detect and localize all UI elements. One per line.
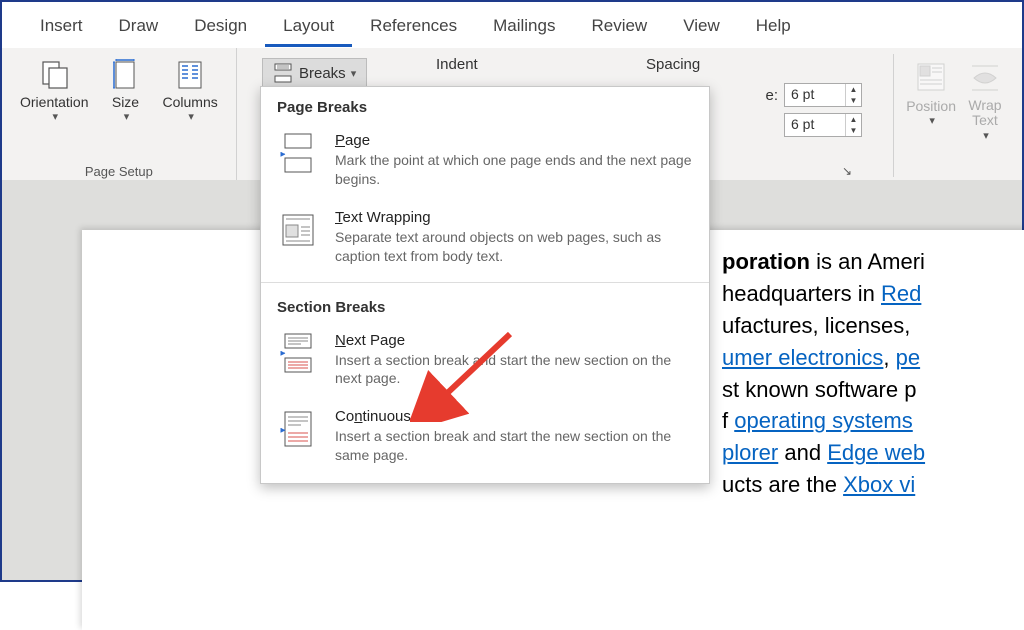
tab-mailings[interactable]: Mailings	[475, 8, 573, 47]
doc-line: umer electronics, pe	[722, 342, 1022, 374]
doc-line: ucts are the Xbox vi	[722, 469, 1022, 501]
next-page-break-icon	[277, 332, 319, 374]
tab-layout[interactable]: Layout	[265, 8, 352, 47]
columns-label: Columns	[162, 94, 217, 110]
spinner-up-icon[interactable]: ▲	[846, 84, 861, 95]
doc-line: st known software p	[722, 374, 1022, 406]
tab-insert[interactable]: Insert	[22, 8, 101, 47]
dropdown-item-continuous[interactable]: Continuous Insert a section break and st…	[261, 400, 709, 477]
breaks-dropdown: Page Breaks Page Mark the point at which…	[260, 86, 710, 484]
orientation-icon	[37, 58, 71, 92]
text-wrapping-icon	[277, 209, 319, 251]
dropdown-item-title: Next Page	[335, 332, 693, 349]
doc-link[interactable]: Red	[881, 281, 921, 306]
dropdown-item-desc: Mark the point at which one page ends an…	[335, 151, 693, 189]
doc-link[interactable]: Xbox vi	[843, 472, 915, 497]
wrap-text-label: Wrap Text	[968, 98, 1001, 129]
spinner-up-icon[interactable]: ▲	[846, 114, 861, 125]
tab-help[interactable]: Help	[738, 8, 809, 47]
chevron-down-icon: ▾	[124, 110, 130, 123]
chevron-down-icon: ▾	[52, 110, 58, 123]
doc-line: ufactures, licenses,	[722, 310, 1022, 342]
spacing-after-spinner[interactable]: 6 pt ▲ ▼	[784, 113, 862, 137]
dropdown-item-desc: Insert a section break and start the new…	[335, 427, 693, 465]
spacing-after-value[interactable]: 6 pt	[785, 114, 845, 136]
doc-link[interactable]: umer electronics	[722, 345, 883, 370]
wrap-text-button: Wrap Text ▾	[964, 58, 1006, 177]
size-label: Size	[112, 94, 139, 110]
position-icon	[914, 60, 948, 94]
ribbon-tabs: Insert Draw Design Layout References Mai…	[2, 2, 1022, 48]
breaks-label: Breaks	[299, 65, 346, 82]
breaks-button[interactable]: Breaks ▾	[262, 58, 367, 88]
doc-line: plorer and Edge web	[722, 437, 1022, 469]
spacing-label: Spacing	[576, 56, 700, 73]
spacing-before-value[interactable]: 6 pt	[785, 84, 845, 106]
section-title-section-breaks: Section Breaks	[261, 287, 709, 324]
continuous-break-icon	[277, 408, 319, 450]
orientation-label: Orientation	[20, 94, 88, 110]
indent-label: Indent	[436, 56, 576, 73]
doc-link[interactable]: plorer	[722, 440, 778, 465]
page-break-icon	[277, 132, 319, 174]
spinner-down-icon[interactable]: ▼	[846, 125, 861, 136]
tab-draw[interactable]: Draw	[101, 8, 177, 47]
dropdown-item-next-page[interactable]: Next Page Insert a section break and sta…	[261, 324, 709, 401]
size-button[interactable]: Size ▾	[102, 54, 148, 127]
wrap-text-icon	[968, 60, 1002, 94]
doc-line: poration is an Ameri	[722, 246, 1022, 278]
paragraph-dialog-launcher[interactable]: ↘	[842, 164, 856, 178]
breaks-icon	[273, 63, 293, 83]
tab-references[interactable]: References	[352, 8, 475, 47]
page-setup-group-label: Page Setup	[85, 164, 153, 179]
dropdown-item-desc: Separate text around objects on web page…	[335, 228, 693, 266]
dropdown-item-title: Page	[335, 132, 693, 149]
doc-line: f operating systems	[722, 405, 1022, 437]
page-setup-group: Orientation ▾ Size ▾	[2, 48, 237, 183]
tab-design[interactable]: Design	[176, 8, 265, 47]
doc-link[interactable]: operating systems	[734, 408, 913, 433]
chevron-down-icon: ▾	[188, 110, 194, 123]
tab-view[interactable]: View	[665, 8, 738, 47]
columns-button[interactable]: Columns ▾	[156, 54, 223, 127]
spinner-down-icon[interactable]: ▼	[846, 95, 861, 106]
arrange-group: Position ▾ Wrap Text ▾	[893, 54, 1014, 177]
chevron-down-icon: ▾	[983, 129, 989, 142]
chevron-down-icon: ▾	[348, 67, 357, 80]
doc-link[interactable]: pe	[896, 345, 920, 370]
dropdown-item-text-wrapping[interactable]: Text Wrapping Separate text around objec…	[261, 201, 709, 278]
doc-line: headquarters in Red	[722, 278, 1022, 310]
dropdown-item-title: Text Wrapping	[335, 209, 693, 226]
doc-link[interactable]: web	[879, 440, 925, 465]
spacing-before-spinner[interactable]: 6 pt ▲ ▼	[784, 83, 862, 107]
section-title-page-breaks: Page Breaks	[261, 87, 709, 124]
dropdown-divider	[261, 282, 709, 283]
orientation-button[interactable]: Orientation ▾	[14, 54, 94, 127]
size-icon	[108, 58, 142, 92]
dropdown-item-desc: Insert a section break and start the new…	[335, 351, 693, 389]
chevron-down-icon: ▾	[929, 114, 935, 127]
doc-link[interactable]: Edge	[827, 440, 878, 465]
tab-review[interactable]: Review	[573, 8, 665, 47]
position-button: Position ▾	[902, 58, 960, 177]
columns-icon	[173, 58, 207, 92]
dropdown-item-title: Continuous	[335, 408, 693, 425]
dropdown-item-page[interactable]: Page Mark the point at which one page en…	[261, 124, 709, 201]
position-label: Position	[906, 98, 956, 114]
spacing-before-label-fragment: e:	[765, 87, 778, 104]
